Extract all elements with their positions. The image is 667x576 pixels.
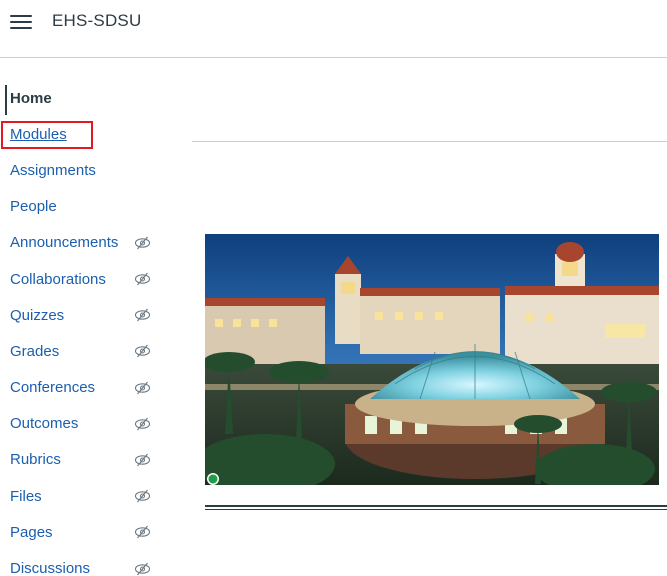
- nav-item-rubrics[interactable]: Rubrics: [0, 442, 190, 478]
- nav-item-label: Home: [10, 89, 52, 107]
- course-header: EHS-SDSU: [0, 0, 667, 58]
- nav-item-outcomes[interactable]: Outcomes: [0, 406, 190, 442]
- nav-item-label: Pages: [10, 523, 53, 541]
- nav-item-label: Grades: [10, 342, 60, 360]
- hamburger-menu-icon[interactable]: [10, 13, 32, 31]
- nav-item-label: People: [10, 198, 57, 216]
- nav-item-label: Modules: [10, 125, 67, 143]
- nav-item-announcements[interactable]: Announcements: [0, 225, 190, 261]
- nav-item-grades[interactable]: Grades: [0, 333, 190, 369]
- content-double-rule: [205, 505, 667, 510]
- eye-slash-icon: [134, 417, 151, 431]
- eye-slash-icon: [134, 453, 151, 467]
- nav-item-label: Discussions: [10, 560, 91, 576]
- page: EHS-SDSU Home Modules Assignments People…: [0, 0, 667, 576]
- nav-item-conferences[interactable]: Conferences: [0, 370, 190, 406]
- nav-item-label: Conferences: [10, 379, 96, 397]
- nav-item-label: Quizzes: [10, 306, 65, 324]
- nav-item-home[interactable]: Home: [0, 80, 190, 116]
- nav-item-discussions[interactable]: Discussions: [0, 550, 190, 576]
- nav-item-label: Assignments: [10, 161, 96, 179]
- nav-item-label: Outcomes: [10, 415, 79, 433]
- eye-slash-icon: [134, 345, 151, 358]
- eye-slash-icon: [134, 381, 151, 394]
- nav-item-modules[interactable]: Modules: [0, 116, 190, 152]
- nav-item-files[interactable]: Files: [0, 478, 190, 514]
- campus-photo-illustration: [205, 234, 659, 485]
- eye-slash-icon: [134, 562, 151, 575]
- nav-item-label: Files: [10, 487, 42, 505]
- course-navigation: Home Modules Assignments People Announce…: [0, 80, 190, 576]
- eye-slash-icon: [134, 308, 151, 322]
- nav-item-quizzes[interactable]: Quizzes: [0, 297, 190, 333]
- eye-slash-icon: [134, 525, 151, 539]
- nav-item-assignments[interactable]: Assignments: [0, 152, 190, 188]
- course-title[interactable]: EHS-SDSU: [52, 11, 141, 31]
- nav-item-people[interactable]: People: [0, 189, 190, 225]
- campus-hero-image: [205, 234, 659, 485]
- eye-slash-icon: [134, 272, 151, 286]
- eye-slash-icon: [134, 236, 151, 250]
- content-divider: [192, 141, 667, 142]
- nav-item-label: Announcements: [10, 234, 119, 252]
- eye-slash-icon: [134, 489, 151, 503]
- nav-item-pages[interactable]: Pages: [0, 514, 190, 550]
- nav-item-label: Rubrics: [10, 451, 61, 469]
- nav-item-label: Collaborations: [10, 270, 106, 288]
- nav-item-collaborations[interactable]: Collaborations: [0, 261, 190, 297]
